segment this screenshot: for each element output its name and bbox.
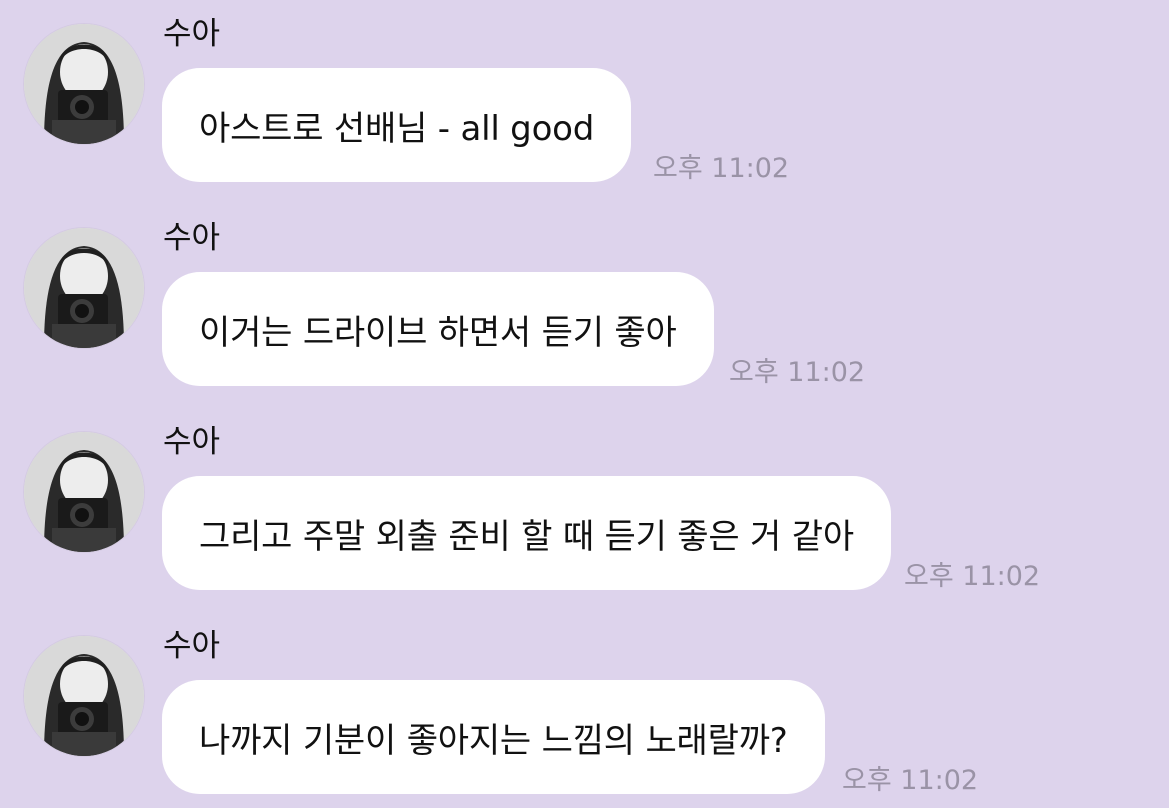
message-row: 수아 이거는 드라이브 하면서 듣기 좋아 오후 11:02 [0,204,1169,394]
profile-photo-icon [24,24,144,144]
profile-photo-icon [24,228,144,348]
profile-photo-icon [24,636,144,756]
message-text: 나까지 기분이 좋아지는 느낌의 노래랄까? [199,720,788,761]
avatar[interactable] [24,228,144,348]
message-text: 그리고 주말 외출 준비 할 때 듣기 좋은 거 같아 [199,516,854,557]
message-text: 아스트로 선배님 - all good [199,108,595,149]
message-row: 수아 아스트로 선배님 - all good 오후 11:02 [0,0,1169,190]
message-text: 이거는 드라이브 하면서 듣기 좋아 [199,312,677,353]
sender-name: 수아 [163,220,221,256]
message-row: 수아 그리고 주말 외출 준비 할 때 듣기 좋은 거 같아 오후 11:02 [0,408,1169,598]
message-bubble[interactable]: 나까지 기분이 좋아지는 느낌의 노래랄까? [162,680,825,794]
message-timestamp: 오후 11:02 [904,561,1041,592]
message-timestamp: 오후 11:02 [729,357,866,388]
avatar[interactable] [24,24,144,144]
message-row: 수아 나까지 기분이 좋아지는 느낌의 노래랄까? 오후 11:02 [0,612,1169,802]
chat-thread: 수아 아스트로 선배님 - all good 오후 11:02 수아 이거는 드… [0,0,1169,808]
message-timestamp: 오후 11:02 [842,765,979,796]
sender-name: 수아 [163,16,221,52]
sender-name: 수아 [163,628,221,664]
message-bubble[interactable]: 아스트로 선배님 - all good [162,68,632,182]
message-bubble[interactable]: 그리고 주말 외출 준비 할 때 듣기 좋은 거 같아 [162,476,891,590]
avatar[interactable] [24,636,144,756]
message-bubble[interactable]: 이거는 드라이브 하면서 듣기 좋아 [162,272,714,386]
message-timestamp: 오후 11:02 [653,153,790,184]
avatar[interactable] [24,432,144,552]
profile-photo-icon [24,432,144,552]
sender-name: 수아 [163,424,221,460]
